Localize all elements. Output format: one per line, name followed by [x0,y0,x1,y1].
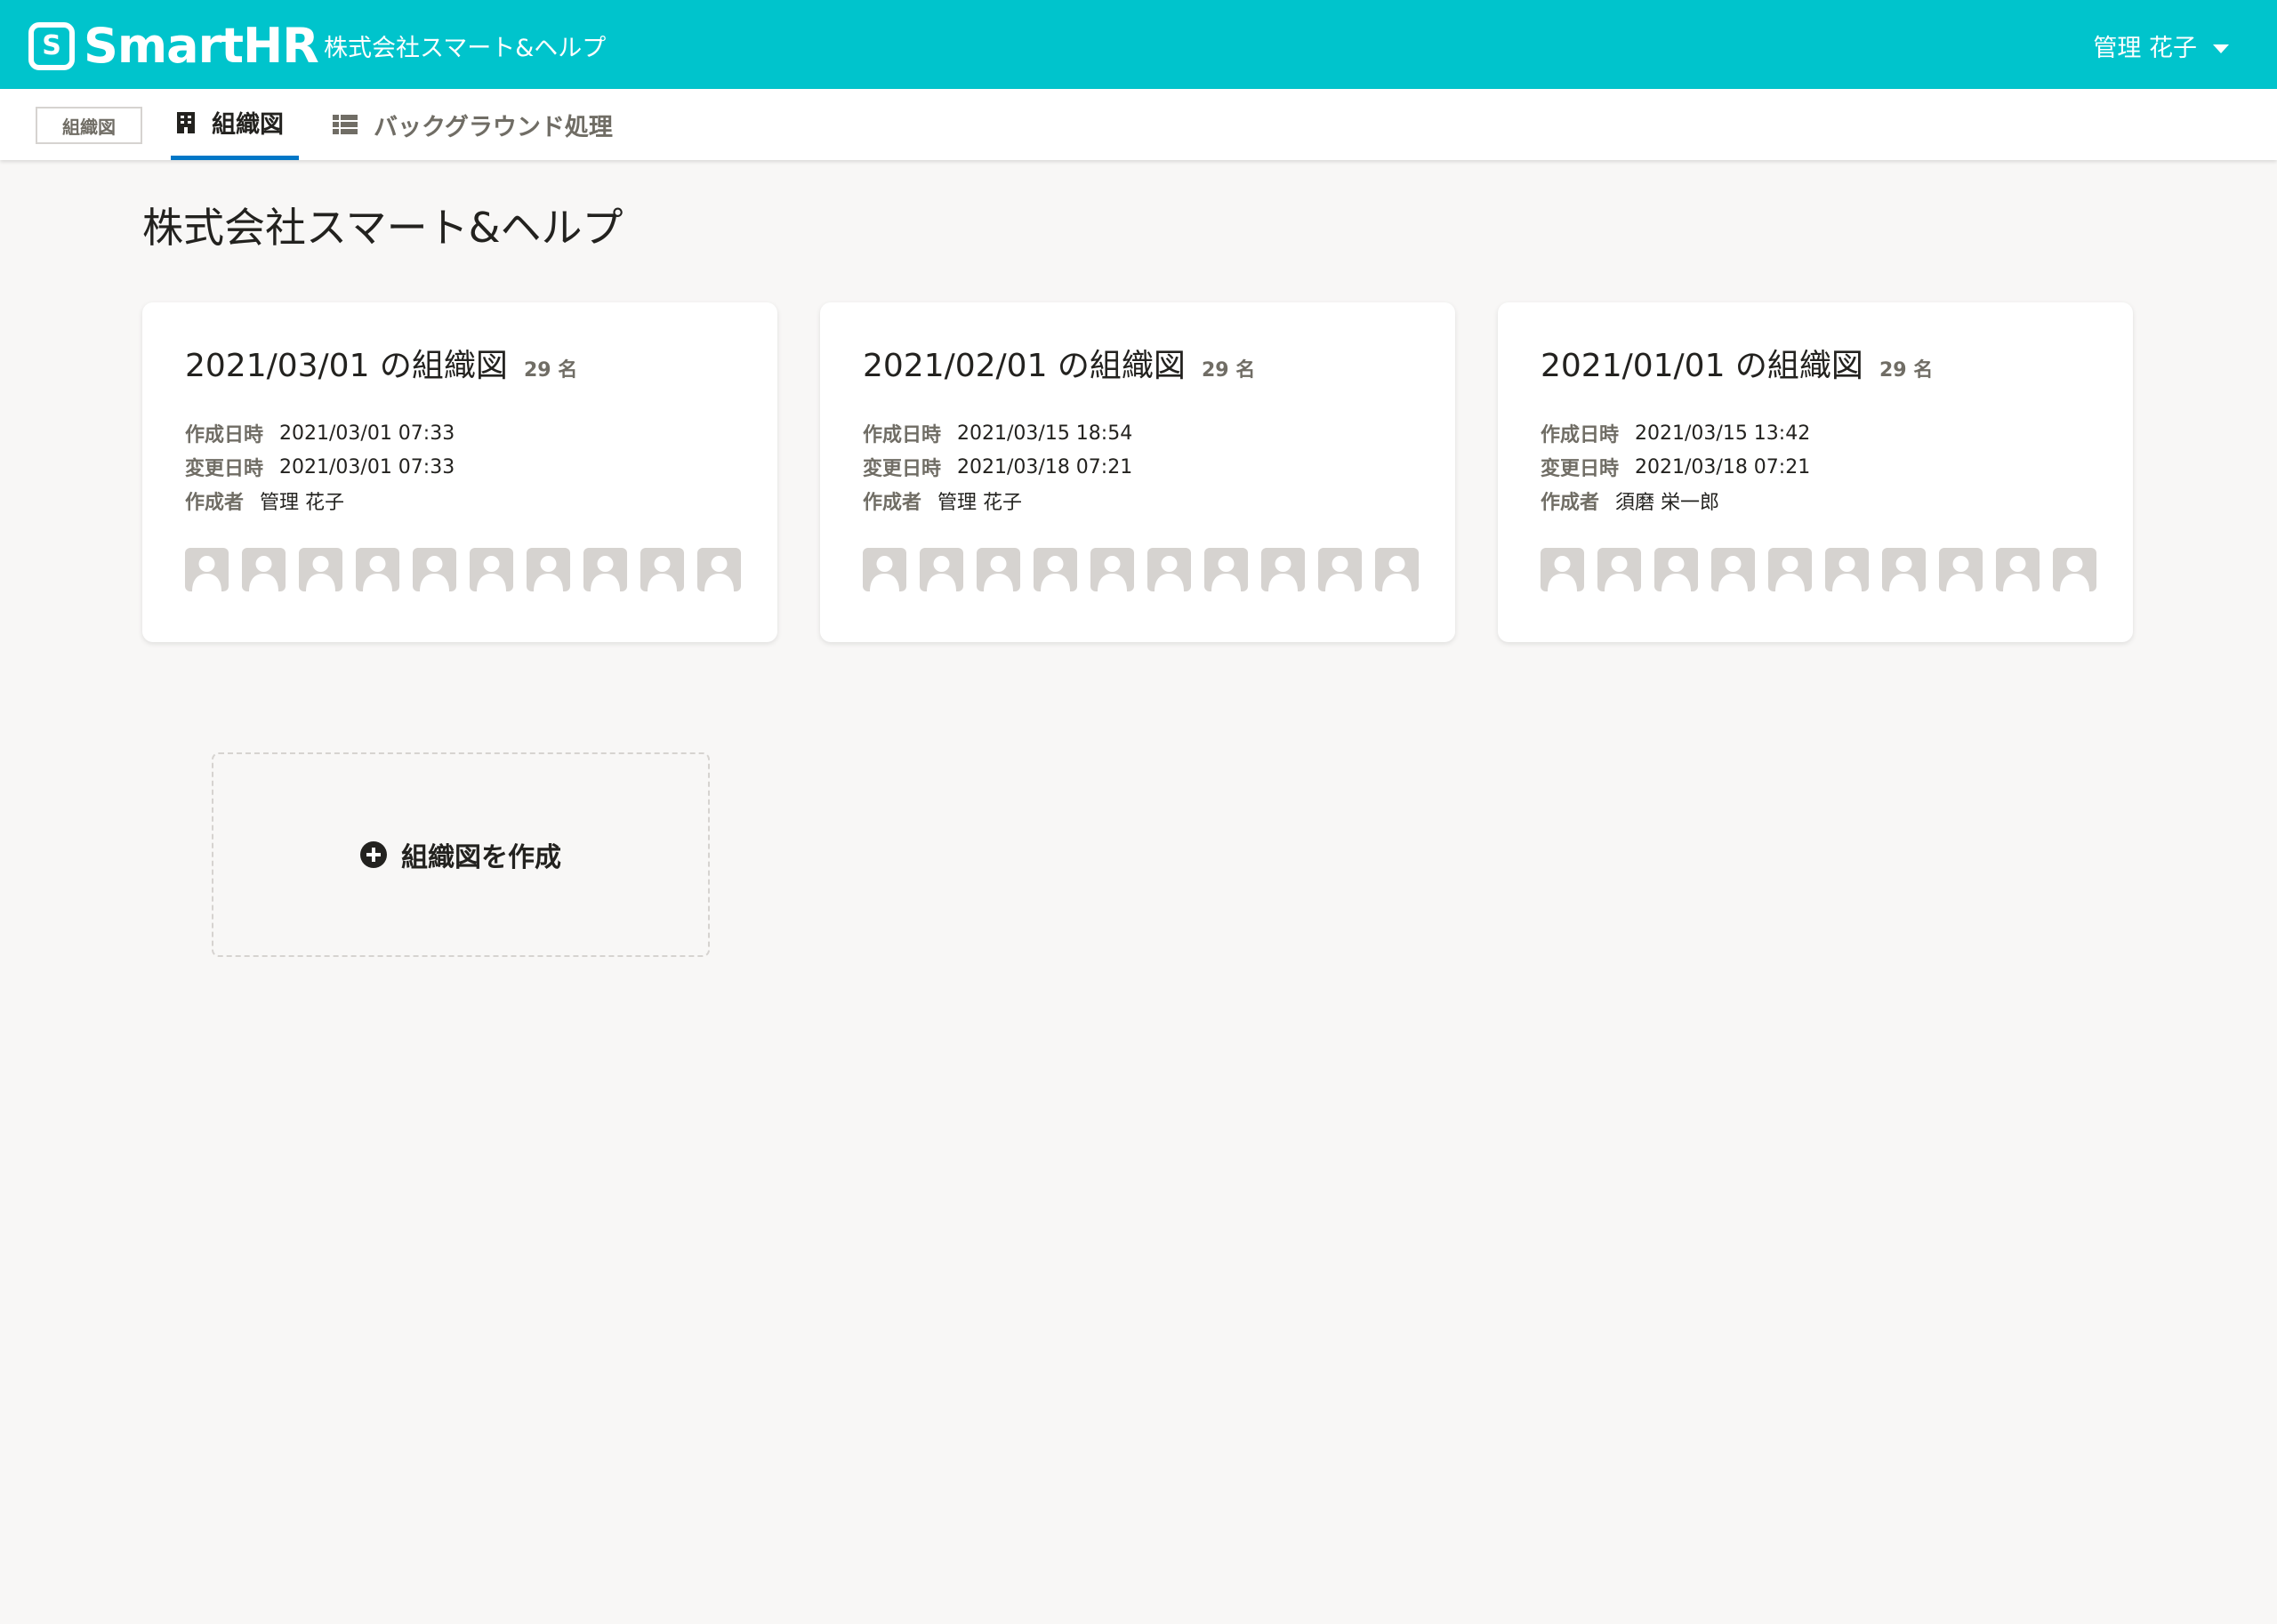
member-avatar-icon [697,548,741,591]
member-avatar-icon [920,548,963,591]
card-title-date: 2021/01/01 の組織図 [1541,348,1863,384]
member-avatar-icon [413,548,456,591]
card-title: 2021/02/01 の組織図 29 名 [863,340,1255,386]
member-avatar-icon [1261,548,1305,591]
member-avatar-icon [1318,548,1362,591]
created-row: 作成日時 2021/03/15 18:54 [863,416,1132,450]
member-avatar-icon [977,548,1020,591]
member-avatar-icon [242,548,286,591]
updated-value: 2021/03/18 07:21 [1635,455,1811,478]
card-title-date: 2021/03/01 の組織図 [185,348,508,384]
member-avatar-icon [1768,548,1812,591]
member-avatar-icon [1882,548,1926,591]
author-row: 作成者 管理 花子 [185,484,455,518]
updated-label: 変更日時 [863,458,942,480]
updated-label: 変更日時 [185,458,264,480]
updated-label: 変更日時 [1541,458,1620,480]
create-org-chart-button[interactable]: 組織図を作成 [212,752,710,957]
created-label: 作成日時 [863,424,942,446]
avatar-row [1541,548,2096,591]
org-chart-card[interactable]: 2021/03/01 の組織図 29 名 作成日時 2021/03/01 07:… [142,302,777,642]
card-meta: 作成日時 2021/03/15 13:42 変更日時 2021/03/18 07… [1541,416,1810,518]
card-title: 2021/01/01 の組織図 29 名 [1541,340,1933,386]
member-avatar-icon [1825,548,1869,591]
updated-value: 2021/03/01 07:33 [279,455,455,478]
card-meta: 作成日時 2021/03/15 18:54 変更日時 2021/03/18 07… [863,416,1132,518]
org-chart-card[interactable]: 2021/02/01 の組織図 29 名 作成日時 2021/03/15 18:… [820,302,1455,642]
create-org-chart-label: 組織図を作成 [401,842,561,873]
member-avatar-icon [1090,548,1134,591]
author-label: 作成者 [185,492,245,514]
smarthr-logo[interactable]: S SmartHR [28,18,319,74]
logo-mark-letter: S [42,30,61,61]
building-icon [176,111,196,134]
member-avatar-icon [1541,548,1584,591]
card-title-date: 2021/02/01 の組織図 [863,348,1186,384]
updated-row: 変更日時 2021/03/01 07:33 [185,450,455,484]
created-label: 作成日時 [1541,424,1620,446]
member-avatar-icon [299,548,342,591]
member-avatar-icon [1034,548,1077,591]
member-avatar-icon [583,548,627,591]
updated-value: 2021/03/18 07:21 [957,455,1133,478]
member-avatar-icon [1375,548,1419,591]
user-menu[interactable]: 管理 花子 [2093,28,2229,63]
tab-org-chart-label: 組織図 [212,111,284,139]
member-avatar-icon [863,548,906,591]
member-avatar-icon [1711,548,1755,591]
created-value: 2021/03/15 18:54 [957,422,1133,445]
tab-background-jobs-label: バックグラウンド処理 [374,113,613,141]
avatar-row [863,548,1419,591]
updated-row: 変更日時 2021/03/18 07:21 [1541,450,1810,484]
member-avatar-icon [356,548,399,591]
member-avatar-icon [1204,548,1248,591]
card-title: 2021/03/01 の組織図 29 名 [185,340,577,386]
sub-navigation: 組織図 組織図 バックグラウンド処理 [0,89,2277,160]
list-icon [333,114,358,135]
author-value: 管理 花子 [260,492,345,514]
member-avatar-icon [640,548,684,591]
card-meta: 作成日時 2021/03/01 07:33 変更日時 2021/03/01 07… [185,416,455,518]
member-avatar-icon [1147,548,1191,591]
page-title: 株式会社スマート&ヘルプ [142,204,624,252]
author-value: 須磨 栄一郎 [1615,492,1720,514]
logo-mark-icon: S [28,21,75,70]
member-avatar-icon [1996,548,2040,591]
member-avatar-icon [527,548,570,591]
author-row: 作成者 須磨 栄一郎 [1541,484,1810,518]
updated-row: 変更日時 2021/03/18 07:21 [863,450,1132,484]
member-avatar-icon [1939,548,1983,591]
author-label: 作成者 [1541,492,1600,514]
tab-org-chart[interactable]: 組織図 [171,89,299,160]
member-count: 29 名 [523,359,578,382]
logo-text: SmartHR [84,18,319,74]
app-badge: 組織図 [36,107,142,144]
created-row: 作成日時 2021/03/15 13:42 [1541,416,1810,450]
avatar-row [185,548,741,591]
user-name: 管理 花子 [2093,35,2197,62]
org-chart-card[interactable]: 2021/01/01 の組織図 29 名 作成日時 2021/03/15 13:… [1498,302,2133,642]
author-value: 管理 花子 [937,492,1023,514]
created-value: 2021/03/15 13:42 [1635,422,1811,445]
member-count: 29 名 [1201,359,1256,382]
author-row: 作成者 管理 花子 [863,484,1132,518]
company-name: 株式会社スマート&ヘルプ [324,35,607,62]
created-row: 作成日時 2021/03/01 07:33 [185,416,455,450]
create-org-chart-content: 組織図を作成 [360,835,561,874]
member-avatar-icon [1654,548,1698,591]
app-header: S SmartHR 株式会社スマート&ヘルプ 管理 花子 [0,0,2277,89]
member-count: 29 名 [1879,359,1934,382]
member-avatar-icon [1597,548,1641,591]
caret-down-icon [2213,44,2229,53]
member-avatar-icon [470,548,513,591]
member-avatar-icon [185,548,229,591]
created-label: 作成日時 [185,424,264,446]
member-avatar-icon [2053,548,2096,591]
created-value: 2021/03/01 07:33 [279,422,455,445]
tab-background-jobs[interactable]: バックグラウンド処理 [333,89,613,160]
plus-circle-icon [360,841,387,868]
author-label: 作成者 [863,492,922,514]
